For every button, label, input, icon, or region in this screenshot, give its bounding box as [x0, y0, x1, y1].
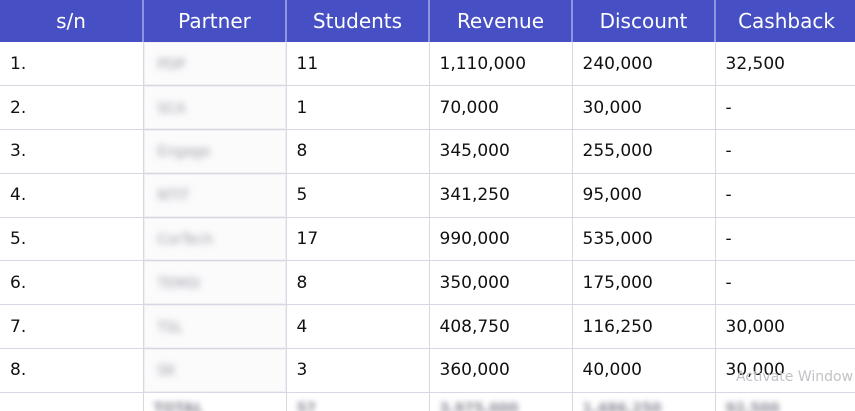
cell-partner-blurred: TSL: [143, 304, 287, 350]
cell-cashback: -: [715, 217, 855, 262]
cell-partner-blurred: Engage: [143, 129, 287, 174]
cell-sn: 6.: [0, 260, 144, 306]
cell-revenue: 350,000: [429, 260, 573, 306]
cell-students: 5: [286, 173, 430, 218]
header-partner: Partner: [143, 0, 287, 42]
cell-students: 3: [286, 348, 430, 393]
cell-discount: 30,000: [572, 85, 716, 131]
cell-partner-blurred: NTIT: [143, 173, 287, 218]
cell-partner-blurred: SCA: [143, 85, 287, 131]
cell-revenue: 345,000: [429, 129, 573, 174]
total-students: 57: [286, 392, 430, 411]
table-row: 5. CorTech 17 990,000 535,000 -: [0, 217, 855, 262]
cell-revenue: 1,110,000: [429, 42, 573, 87]
table-row: 4. NTIT 5 341,250 95,000 -: [0, 173, 855, 218]
cell-students: 1: [286, 85, 430, 131]
cell-cashback: -: [715, 260, 855, 306]
total-row-blurred: TOTAL 57 3,975,000 1,486,250 92,500: [0, 392, 855, 411]
total-cashback: 92,500: [725, 400, 780, 411]
cell-discount: 175,000: [572, 260, 716, 306]
cell-partner-blurred: CorTech: [143, 217, 287, 262]
table-row: 8. SK 3 360,000 40,000 30,000: [0, 348, 855, 393]
total-discount: 1,486,250: [572, 392, 716, 411]
cell-revenue: 990,000: [429, 217, 573, 262]
header-discount: Discount: [572, 0, 716, 42]
cell-sn: 4.: [0, 173, 144, 218]
cell-partner-blurred: PDP: [143, 42, 287, 87]
cell-discount: 255,000: [572, 129, 716, 174]
cell-sn: 7.: [0, 304, 144, 350]
cell-revenue: 341,250: [429, 173, 573, 218]
cell-discount: 116,250: [572, 304, 716, 350]
cell-partner-blurred: SK: [143, 348, 287, 393]
partner-revenue-table: s/n Partner Students Revenue Discount Ca…: [0, 0, 855, 411]
cell-students: 17: [286, 217, 430, 262]
cell-discount: 240,000: [572, 42, 716, 87]
cell-revenue: 360,000: [429, 348, 573, 393]
cell-students: 11: [286, 42, 430, 87]
table-row: 3. Engage 8 345,000 255,000 -: [0, 129, 855, 174]
cell-sn: 2.: [0, 85, 144, 131]
cell-discount: 40,000: [572, 348, 716, 393]
cell-discount: 535,000: [572, 217, 716, 262]
header-revenue: Revenue: [429, 0, 573, 42]
total-label: TOTAL: [143, 392, 287, 411]
cell-partner-blurred: TEMSI: [143, 260, 287, 306]
header-students: Students: [286, 0, 430, 42]
total-sn: [0, 392, 144, 411]
cell-revenue: 70,000: [429, 85, 573, 131]
table-row: 7. TSL 4 408,750 116,250 30,000: [0, 304, 855, 350]
table-row: 1. PDP 11 1,110,000 240,000 32,500: [0, 42, 855, 87]
cell-sn: 8.: [0, 348, 144, 393]
cell-cashback: -: [715, 129, 855, 174]
cell-cashback: -: [715, 173, 855, 218]
cell-cashback: 32,500: [715, 42, 855, 87]
cell-revenue: 408,750: [429, 304, 573, 350]
total-revenue: 3,975,000: [429, 392, 573, 411]
cell-sn: 5.: [0, 217, 144, 262]
header-cashback: Cashback: [715, 0, 855, 42]
header-sn: s/n: [0, 0, 144, 42]
cell-sn: 1.: [0, 42, 144, 87]
table-row: 6. TEMSI 8 350,000 175,000 -: [0, 260, 855, 306]
cell-cashback: 30,000: [715, 348, 855, 393]
cell-cashback: 30,000: [715, 304, 855, 350]
cell-discount: 95,000: [572, 173, 716, 218]
cell-sn: 3.: [0, 129, 144, 174]
cell-cashback: -: [715, 85, 855, 131]
cell-students: 8: [286, 260, 430, 306]
table-row: 2. SCA 1 70,000 30,000 -: [0, 85, 855, 131]
header-row: s/n Partner Students Revenue Discount Ca…: [0, 0, 855, 42]
cell-students: 8: [286, 129, 430, 174]
cell-students: 4: [286, 304, 430, 350]
